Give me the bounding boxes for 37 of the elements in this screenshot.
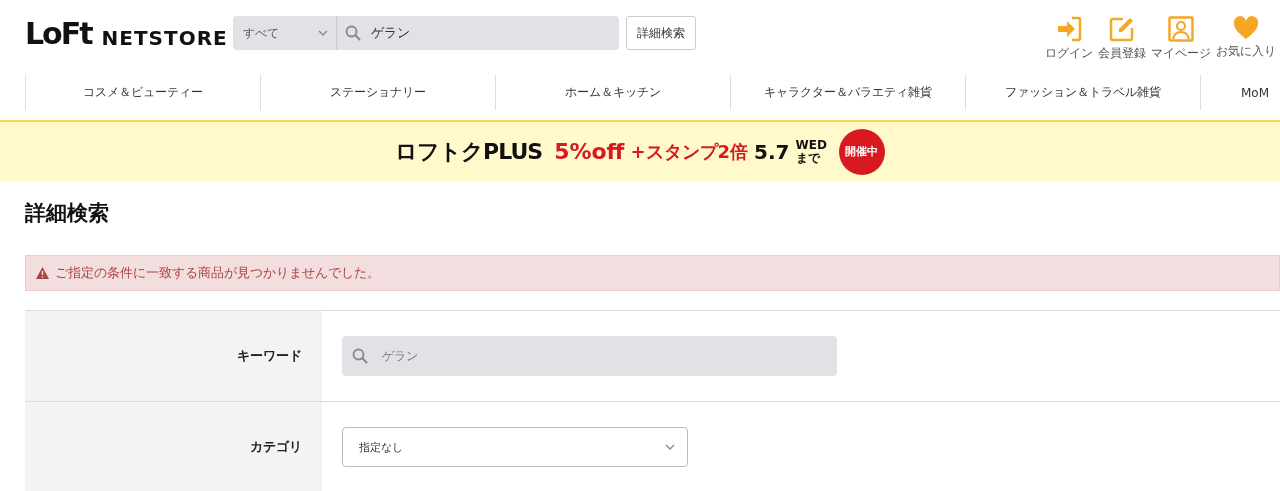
scope-select[interactable]: すべて xyxy=(233,16,337,50)
status-badge: 開催中 xyxy=(838,128,885,175)
banner-until: まで xyxy=(795,151,822,165)
field-label: キーワード xyxy=(237,347,302,365)
page-title: 詳細検索 xyxy=(25,200,110,227)
search-icon xyxy=(352,348,368,364)
keyword-field[interactable]: ゲラン xyxy=(342,336,837,376)
user-icon xyxy=(1168,16,1194,42)
field-label: カテゴリ xyxy=(250,438,302,456)
category-tab[interactable]: ステーショナリー xyxy=(260,75,495,110)
alert-message: ご指定の条件に一致する商品が見つかりませんでした。 xyxy=(55,264,380,282)
banner-date: 5.7 xyxy=(754,139,790,164)
category-select[interactable]: 指定なし xyxy=(342,427,688,467)
category-tab[interactable]: ファッション＆トラベル雑貨 xyxy=(965,75,1200,110)
banner-brand: ロフトクPLUS xyxy=(395,137,543,166)
header-link[interactable]: お気に入り xyxy=(1216,16,1276,62)
header-link[interactable]: マイページ xyxy=(1151,16,1211,62)
search-field[interactable]: ゲラン xyxy=(337,24,410,42)
heart-icon xyxy=(1233,16,1259,40)
banner-weekday: WED xyxy=(795,138,827,152)
category-tab[interactable]: ホーム＆キッチン xyxy=(495,75,730,110)
logo-text: NETSTORE xyxy=(101,28,228,48)
logo-mark[interactable]: LoFt xyxy=(25,20,92,48)
banner-offer: 5%off xyxy=(554,139,625,164)
header-link[interactable]: 会員登録 xyxy=(1098,16,1146,62)
chevron-down-icon xyxy=(665,444,675,450)
warning-icon xyxy=(36,267,49,279)
category-tab[interactable]: キャラクター＆バラエティ雑貨 xyxy=(730,75,965,110)
search-icon xyxy=(345,25,361,41)
category-tab[interactable]: MoM xyxy=(1200,75,1270,110)
header-link[interactable]: ログイン xyxy=(1045,16,1093,62)
advanced-search-button[interactable]: 詳細検索 xyxy=(626,16,696,50)
edit-icon xyxy=(1109,16,1135,42)
banner-bonus: +スタンプ2倍 xyxy=(630,139,749,164)
category-tab[interactable]: コスメ＆ビューティー xyxy=(25,75,260,110)
chevron-down-icon xyxy=(318,30,328,36)
login-arrow-icon xyxy=(1056,16,1082,42)
